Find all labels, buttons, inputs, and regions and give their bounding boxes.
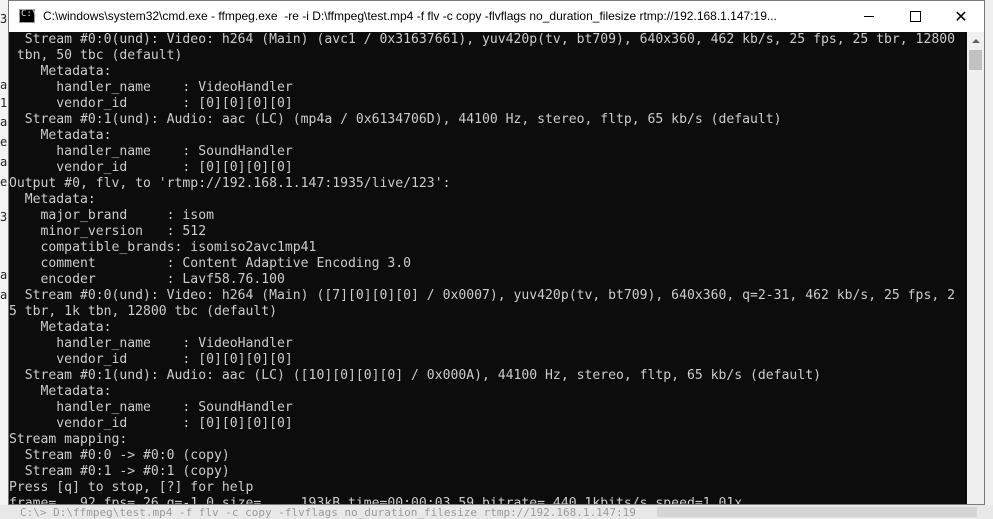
scroll-thumb[interactable] <box>969 50 982 70</box>
console-line: Metadata: <box>9 64 112 79</box>
console-line: Press [q] to stop, [?] for help <box>9 480 254 495</box>
console-line: Stream #0:0(und): Video: h264 (Main) (av… <box>9 32 955 47</box>
vertical-scrollbar[interactable] <box>967 32 984 504</box>
console-line: vendor_id : [0][0][0][0] <box>9 416 293 431</box>
background-bottom-text: C:\> D:\ffmpeg\test.mp4 -f flv -c copy -… <box>20 506 636 519</box>
console-line: Metadata: <box>9 384 112 399</box>
console-line: vendor_id : [0][0][0][0] <box>9 352 293 367</box>
console-line: Stream #0:0 -> #0:0 (copy) <box>9 448 230 463</box>
console-line: frame= 92 fps= 26 q=-1.0 size= 193kB tim… <box>9 496 743 504</box>
minimize-button[interactable] <box>846 1 892 32</box>
console-line: 5 tbr, 1k tbn, 12800 tbc (default) <box>9 304 278 319</box>
close-icon: ✕ <box>954 7 968 26</box>
console-line: compatible_brands: isomiso2avc1mp41 <box>9 240 317 255</box>
console-line: handler_name : SoundHandler <box>9 144 293 159</box>
window-title: C:\windows\system32\cmd.exe - ffmpeg.exe… <box>43 9 777 23</box>
background-window-right-edge <box>985 0 993 519</box>
background-fragment: 3 <box>0 12 8 26</box>
background-bottom-bar <box>657 507 977 517</box>
minimize-icon <box>864 16 874 17</box>
console-line: major_brand : isom <box>9 208 214 223</box>
console-line: Output #0, flv, to 'rtmp://192.168.1.147… <box>9 176 451 191</box>
console-line: Metadata: <box>9 320 112 335</box>
background-fragment: e <box>0 175 8 189</box>
console-line: handler_name : VideoHandler <box>9 80 293 95</box>
background-fragment: a <box>0 268 8 282</box>
console-line: handler_name : VideoHandler <box>9 336 293 351</box>
background-fragment: a <box>0 78 8 92</box>
console-line: vendor_id : [0][0][0][0] <box>9 160 293 175</box>
cmd-window[interactable]: C:\ C:\windows\system32\cmd.exe - ffmpeg… <box>8 0 985 505</box>
background-fragment: 1 <box>0 96 8 110</box>
console-line: Stream #0:1 -> #0:1 (copy) <box>9 464 230 479</box>
console-line: Stream #0:0(und): Video: h264 (Main) ([7… <box>9 288 955 303</box>
background-fragment: 3 <box>0 210 8 224</box>
console-line: vendor_id : [0][0][0][0] <box>9 96 293 111</box>
console-line: Metadata: <box>9 128 112 143</box>
maximize-button[interactable] <box>892 1 938 32</box>
background-window-bottom-edge: C:\> D:\ffmpeg\test.mp4 -f flv -c copy -… <box>0 505 993 519</box>
console-line: Stream mapping: <box>9 432 128 447</box>
console-output[interactable]: Stream #0:0(und): Video: h264 (Main) (av… <box>9 32 967 504</box>
cmd-prompt-glyph: C:\ <box>21 9 38 19</box>
close-button[interactable]: ✕ <box>938 1 984 32</box>
console-line: tbn, 50 tbc (default) <box>9 48 183 63</box>
console-line: Metadata: <box>9 192 96 207</box>
console-line: minor_version : 512 <box>9 224 207 239</box>
title-bar[interactable]: C:\ C:\windows\system32\cmd.exe - ffmpeg… <box>9 1 984 32</box>
console-line: encoder : Lavf58.76.100 <box>9 272 285 287</box>
scroll-up-arrow-icon <box>971 38 980 43</box>
maximize-icon <box>909 11 921 22</box>
console-line: handler_name : SoundHandler <box>9 400 293 415</box>
console-line: Stream #0:1(und): Audio: aac (LC) (mp4a … <box>9 112 782 127</box>
scroll-up-button[interactable] <box>967 32 984 49</box>
console-line: Stream #0:1(und): Audio: aac (LC) ([10][… <box>9 368 821 383</box>
background-fragment: e <box>0 135 8 149</box>
background-fragment: a <box>0 115 8 129</box>
console-line: comment : Content Adaptive Encoding 3.0 <box>9 256 412 271</box>
background-fragment: a <box>0 155 8 169</box>
background-fragment: a <box>0 288 8 302</box>
cmd-prompt-icon[interactable]: C:\ <box>19 9 38 23</box>
